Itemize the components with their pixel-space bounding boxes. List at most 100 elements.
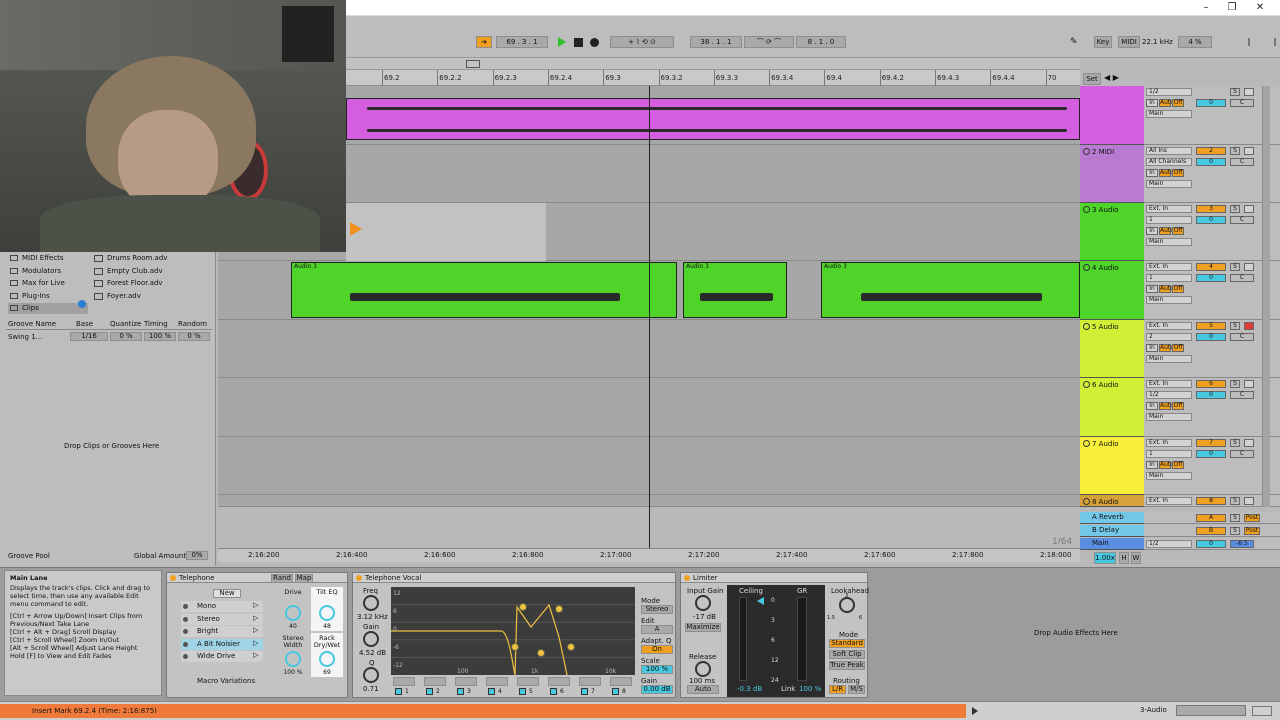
eq-band-point[interactable] — [555, 605, 563, 613]
monitor-in-button[interactable]: In — [1146, 461, 1158, 469]
limiter-ceiling-value[interactable]: -0.3 dB — [737, 685, 762, 693]
mode-true-peak-button[interactable]: True Peak — [829, 661, 865, 670]
input-channel-select[interactable]: 2 — [1146, 333, 1192, 341]
input-type-select[interactable]: All Ins — [1146, 147, 1192, 155]
monitor-off-button[interactable]: Off — [1172, 402, 1184, 410]
track-fold-icon[interactable] — [1083, 498, 1090, 505]
panel-toggle-icon[interactable] — [1252, 706, 1272, 716]
audio-clip[interactable] — [346, 98, 1080, 140]
solo-button[interactable]: S — [1230, 88, 1240, 96]
eq-header[interactable]: Telephone Vocal — [353, 573, 675, 583]
groove-random[interactable]: 0 % — [178, 332, 210, 341]
set-locator-button[interactable]: Set — [1083, 73, 1101, 85]
pencil-icon[interactable]: ✎ — [1070, 37, 1080, 47]
back-forward-icon[interactable]: ◀ ▶ — [1104, 73, 1126, 83]
solo-button[interactable]: S — [1230, 380, 1240, 388]
track-header[interactable] — [1080, 86, 1144, 145]
monitor-auto-button[interactable]: Auto — [1159, 227, 1174, 235]
loop-length[interactable]: 8 . 1 . 0 — [796, 36, 846, 48]
monitor-auto-button[interactable]: Auto — [1159, 461, 1174, 469]
input-type-select[interactable]: Ext. In — [1146, 322, 1192, 330]
chain-play-icon[interactable]: ▷ — [253, 626, 258, 634]
monitor-off-button[interactable]: Off — [1172, 461, 1184, 469]
groove-quantize[interactable]: 0 % — [110, 332, 142, 341]
track-fold-icon[interactable] — [1083, 148, 1090, 155]
chain-play-icon[interactable]: ▷ — [253, 639, 258, 647]
eq-band-filter-type[interactable] — [548, 677, 570, 686]
output-select[interactable]: Main — [1146, 296, 1192, 304]
eq-q-knob[interactable] — [363, 667, 379, 683]
eq-band-point[interactable] — [511, 643, 519, 651]
track-fold-icon[interactable] — [1083, 381, 1090, 388]
input-channel-select[interactable]: 1 — [1146, 216, 1192, 224]
limiter-link-value[interactable]: 100 % — [799, 685, 821, 693]
input-type-select[interactable]: Ext. In — [1146, 205, 1192, 213]
track-fold-icon[interactable] — [1083, 323, 1090, 330]
pan-value[interactable]: C — [1230, 333, 1254, 341]
eq-edit-button[interactable]: A — [641, 625, 673, 634]
track-header[interactable]: 7 Audio — [1080, 437, 1144, 495]
output-select[interactable]: Main — [1146, 413, 1192, 421]
groove-row[interactable]: Swing 1... 1/16 0 % 100 % 0 % — [6, 332, 212, 342]
eq-band-filter-type[interactable] — [579, 677, 601, 686]
audio-clip[interactable]: Audio 3 — [291, 262, 677, 318]
eq-band-filter-type[interactable] — [517, 677, 539, 686]
zoom-level[interactable]: 1.00x — [1094, 552, 1116, 564]
return-track-header[interactable]: B Delay — [1080, 525, 1144, 537]
input-channel-select[interactable]: 1/2 — [1146, 391, 1192, 399]
eq-band-toggle[interactable] — [395, 688, 402, 695]
arm-button[interactable] — [1244, 263, 1254, 271]
volume-value[interactable]: 0 — [1196, 274, 1226, 282]
input-type-select[interactable]: Ext. In — [1146, 497, 1192, 505]
global-amount[interactable]: 0% — [186, 551, 208, 560]
arm-button[interactable] — [1244, 322, 1254, 330]
pan-value[interactable]: C — [1230, 158, 1254, 166]
eq-band-control[interactable]: 8 — [608, 677, 636, 697]
mode-standard-button[interactable]: Standard — [829, 639, 865, 648]
macro-control[interactable]: Tilt EQ 48 — [311, 587, 343, 631]
monitor-off-button[interactable]: Off — [1172, 169, 1184, 177]
monitor-in-button[interactable]: In — [1146, 99, 1158, 107]
browser-file[interactable]: Drums Room.adv — [92, 253, 210, 264]
monitor-auto-button[interactable]: Auto — [1159, 169, 1174, 177]
w-toggle[interactable]: W — [1131, 552, 1141, 564]
input-channel-select[interactable]: 1/2 — [1146, 88, 1192, 96]
track-fold-icon[interactable] — [1083, 264, 1090, 271]
play-icon[interactable] — [558, 37, 566, 47]
output-select[interactable]: Main — [1146, 110, 1192, 118]
routing-ms-button[interactable]: M/S — [848, 685, 865, 694]
input-type-select[interactable]: Ext. In — [1146, 439, 1192, 447]
track-fold-icon[interactable] — [1083, 206, 1090, 213]
rack-map-button[interactable]: Map — [295, 574, 313, 583]
track-header[interactable]: 2 MIDI — [1080, 145, 1144, 203]
track-header[interactable]: 8 Audio — [1080, 495, 1144, 507]
chain-play-icon[interactable]: ▷ — [253, 601, 258, 609]
ceiling-slider-icon[interactable] — [757, 597, 764, 605]
time-selection[interactable] — [346, 203, 546, 261]
monitor-auto-button[interactable]: Auto — [1159, 402, 1174, 410]
monitor-auto-button[interactable]: Auto — [1159, 344, 1174, 352]
arm-button[interactable] — [1244, 439, 1254, 447]
browser-category[interactable]: Plug-Ins — [8, 291, 88, 302]
follow-button[interactable]: ➔ — [476, 36, 492, 48]
track-fold-icon[interactable] — [1083, 440, 1090, 447]
chain-play-icon[interactable]: ▷ — [253, 614, 258, 622]
eq-scale-value[interactable]: 100 % — [641, 665, 673, 674]
output-select[interactable]: Main — [1146, 355, 1192, 363]
eq-band-control[interactable]: 2 — [422, 677, 450, 697]
macro-variations[interactable]: Macro Variations — [197, 677, 255, 685]
volume-value[interactable]: 0 — [1196, 450, 1226, 458]
monitor-off-button[interactable]: Off — [1172, 227, 1184, 235]
minimize-icon[interactable]: – — [1196, 1, 1216, 15]
macro-knob[interactable] — [285, 651, 301, 667]
eq-band-toggle[interactable] — [488, 688, 495, 695]
browser-file[interactable]: Empty Club.adv — [92, 266, 210, 277]
pan-value[interactable]: C — [1230, 274, 1254, 282]
output-select[interactable]: Main — [1146, 180, 1192, 188]
eq-gain-knob[interactable] — [363, 631, 379, 647]
monitor-auto-button[interactable]: Auto — [1159, 285, 1174, 293]
eq-band-control[interactable]: 7 — [577, 677, 605, 697]
eq-band-toggle[interactable] — [550, 688, 557, 695]
restore-icon[interactable]: ❐ — [1222, 1, 1242, 15]
close-icon[interactable]: ✕ — [1250, 1, 1270, 15]
